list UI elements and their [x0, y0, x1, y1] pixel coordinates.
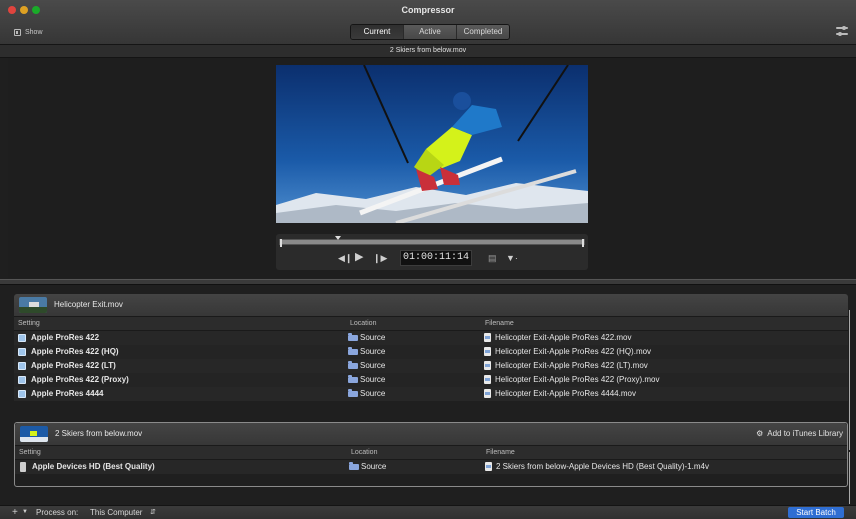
file-icon	[484, 347, 491, 356]
skip-forward-icon[interactable]: ❙▶	[373, 253, 387, 263]
location-value[interactable]: Source	[361, 460, 386, 474]
add-button[interactable]: +	[12, 506, 18, 519]
sidebar-icon	[14, 29, 21, 36]
setting-name: Apple ProRes 422 (LT)	[31, 361, 116, 370]
setting-name: Apple ProRes 422 (Proxy)	[31, 375, 129, 384]
location-value[interactable]: Source	[360, 331, 385, 345]
setting-name: Apple ProRes 422	[31, 333, 100, 342]
folder-icon	[348, 375, 358, 383]
job-2-skiers-from-below[interactable]: 2 Skiers from below.mov ⚙ Add to iTunes L…	[14, 422, 848, 487]
column-headers: Setting Location Filename	[14, 317, 848, 331]
setting-name: Apple ProRes 4444	[31, 389, 104, 398]
filename-value[interactable]: Helicopter Exit-Apple ProRes 422 (HQ).mo…	[495, 345, 651, 359]
file-icon	[485, 462, 492, 471]
video-preview	[276, 65, 588, 223]
show-label: Show	[25, 29, 43, 36]
inspector-toggle-icon[interactable]	[836, 26, 848, 36]
setting-icon	[18, 334, 26, 342]
column-headers: Setting Location Filename	[15, 446, 847, 460]
job-name: 2 Skiers from below.mov	[55, 429, 143, 438]
timeline-scrubber[interactable]	[279, 236, 585, 247]
filename-value[interactable]: 2 Skiers from below-Apple Devices HD (Be…	[496, 460, 709, 474]
setting-name: Apple ProRes 422 (HQ)	[31, 347, 119, 356]
title-bar: Compressor Show Current Active Completed	[0, 0, 856, 45]
folder-icon	[348, 389, 358, 397]
job-thumbnail	[20, 426, 48, 442]
playhead[interactable]	[335, 236, 341, 240]
chevron-down-icon[interactable]: ▼	[22, 506, 28, 519]
play-icon[interactable]: ▶	[355, 252, 363, 263]
filename-value[interactable]: Helicopter Exit-Apple ProRes 422 (Proxy)…	[495, 373, 660, 387]
file-icon	[484, 389, 491, 398]
selection-bracket	[849, 452, 850, 504]
selection-bracket	[849, 310, 850, 450]
start-batch-button[interactable]: Start Batch	[788, 507, 844, 518]
folder-icon	[348, 347, 358, 355]
column-setting[interactable]: Setting	[19, 446, 41, 459]
select-arrows-icon[interactable]: ⇵	[150, 506, 156, 519]
preview-filename: 2 Skiers from below.mov	[0, 45, 856, 58]
setting-name: Apple Devices HD (Best Quality)	[32, 462, 155, 471]
filename-value[interactable]: Helicopter Exit-Apple ProRes 422 (LT).mo…	[495, 359, 648, 373]
output-row[interactable]: Apple ProRes 422 Source Helicopter Exit-…	[14, 331, 848, 345]
add-to-itunes-label: Add to iTunes Library	[767, 429, 843, 438]
marker-menu-icon[interactable]: ▼·	[506, 253, 518, 263]
filename-value[interactable]: Helicopter Exit-Apple ProRes 4444.mov	[495, 387, 636, 401]
view-mode-icon[interactable]: ▤	[488, 253, 497, 263]
view-segmented-control: Current Active Completed	[350, 24, 510, 40]
filename-value[interactable]: Helicopter Exit-Apple ProRes 422.mov	[495, 331, 632, 345]
playback-controls: ◀❙ ▶ ❙▶ 01:00:11:14 ▤ ▼·	[276, 234, 588, 270]
location-value[interactable]: Source	[360, 359, 385, 373]
file-icon	[484, 333, 491, 342]
folder-icon	[348, 333, 358, 341]
setting-icon	[18, 376, 26, 384]
column-filename[interactable]: Filename	[485, 317, 514, 330]
show-sidebar-button[interactable]: Show	[14, 29, 43, 36]
location-value[interactable]: Source	[360, 373, 385, 387]
output-row[interactable]: Apple Devices HD (Best Quality) Source 2…	[15, 460, 847, 474]
in-point-marker[interactable]	[280, 239, 282, 247]
tab-completed[interactable]: Completed	[457, 25, 509, 39]
output-rows: Apple ProRes 422 Source Helicopter Exit-…	[14, 331, 848, 401]
gear-icon: ⚙	[756, 429, 764, 438]
add-to-itunes-button[interactable]: ⚙ Add to iTunes Library	[756, 423, 843, 445]
output-row[interactable]: Apple ProRes 422 (LT) Source Helicopter …	[14, 359, 848, 373]
out-point-marker[interactable]	[582, 239, 584, 247]
skip-back-icon[interactable]: ◀❙	[338, 253, 352, 263]
output-row[interactable]: Apple ProRes 422 (HQ) Source Helicopter …	[14, 345, 848, 359]
device-icon	[20, 462, 26, 472]
drop-area[interactable]	[15, 474, 847, 486]
output-row[interactable]: Apple ProRes 4444 Source Helicopter Exit…	[14, 387, 848, 401]
job-header[interactable]: 2 Skiers from below.mov ⚙ Add to iTunes L…	[15, 423, 847, 446]
tab-current[interactable]: Current	[351, 25, 404, 39]
file-icon	[484, 361, 491, 370]
setting-icon	[18, 348, 26, 356]
output-rows: Apple Devices HD (Best Quality) Source 2…	[15, 460, 847, 474]
process-on-label: Process on:	[36, 508, 79, 517]
location-value[interactable]: Source	[360, 387, 385, 401]
file-icon	[484, 375, 491, 384]
job-thumbnail	[19, 297, 47, 313]
folder-icon	[349, 462, 359, 470]
timecode-display: 01:00:11:14	[400, 250, 472, 266]
bottom-bar: + ▼ Process on: This Computer ⇵ Start Ba…	[0, 505, 856, 519]
column-location[interactable]: Location	[351, 446, 377, 459]
job-name: Helicopter Exit.mov	[54, 300, 123, 309]
location-value[interactable]: Source	[360, 345, 385, 359]
setting-icon	[18, 390, 26, 398]
column-filename[interactable]: Filename	[486, 446, 515, 459]
job-helicopter-exit[interactable]: Helicopter Exit.mov Setting Location Fil…	[14, 294, 848, 401]
column-location[interactable]: Location	[350, 317, 376, 330]
column-setting[interactable]: Setting	[18, 317, 40, 330]
folder-icon	[348, 361, 358, 369]
output-row[interactable]: Apple ProRes 422 (Proxy) Source Helicopt…	[14, 373, 848, 387]
window-title: Compressor	[401, 5, 455, 15]
tab-active[interactable]: Active	[404, 25, 457, 39]
setting-icon	[18, 362, 26, 370]
process-on-select[interactable]: This Computer	[90, 506, 142, 519]
job-header[interactable]: Helicopter Exit.mov	[14, 294, 848, 317]
